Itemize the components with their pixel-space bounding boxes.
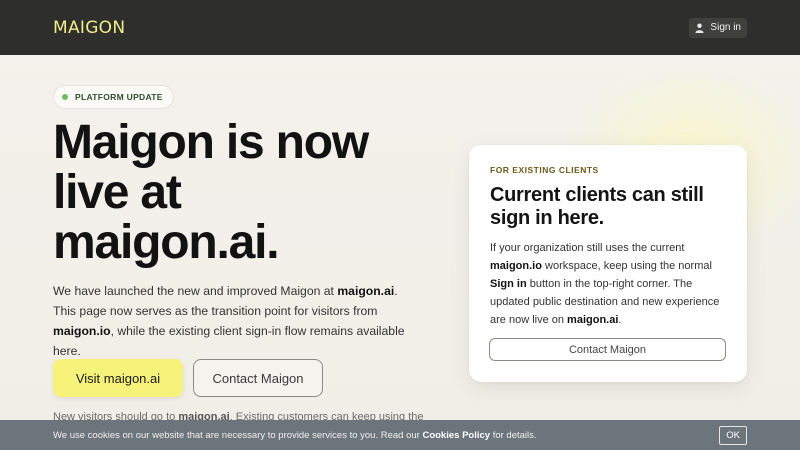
logo[interactable]: MAIGON bbox=[53, 18, 125, 38]
card-domain-io: maigon.io bbox=[490, 260, 542, 272]
card-body-part: . bbox=[618, 314, 622, 326]
card-contact-maigon-button[interactable]: Contact Maigon bbox=[489, 338, 726, 361]
status-dot-icon bbox=[62, 94, 68, 100]
contact-maigon-button[interactable]: Contact Maigon bbox=[193, 359, 323, 397]
platform-update-badge: PLATFORM UPDATE bbox=[53, 85, 174, 109]
intro-domain-io: maigon.io bbox=[53, 324, 111, 338]
visit-maigon-ai-button[interactable]: Visit maigon.ai bbox=[53, 359, 183, 397]
cookie-part: for details. bbox=[490, 429, 537, 441]
page-title: Maigon is now live at maigon.ai. bbox=[53, 118, 433, 268]
user-icon bbox=[695, 23, 704, 33]
card-title: Current clients can still sign in here. bbox=[490, 184, 704, 229]
card-body: If your organization still uses the curr… bbox=[490, 239, 726, 329]
cookie-part: We use cookies on our website that are n… bbox=[53, 429, 423, 441]
cookie-text: We use cookies on our website that are n… bbox=[53, 430, 537, 441]
card-body-part: workspace, keep using the normal bbox=[541, 260, 712, 272]
cookie-banner: We use cookies on our website that are n… bbox=[0, 420, 800, 450]
existing-clients-card: FOR EXISTING CLIENTS Current clients can… bbox=[469, 145, 747, 382]
title-line-3: maigon.ai. bbox=[53, 216, 280, 269]
card-sign-in-ref: Sign in bbox=[490, 278, 527, 290]
title-line-1: Maigon is now bbox=[53, 116, 369, 169]
card-body-part: If your organization still uses the curr… bbox=[490, 242, 685, 254]
card-domain-ai: maigon.ai bbox=[567, 314, 619, 326]
intro-text: We have launched the new and improved Ma… bbox=[53, 281, 423, 361]
intro-part: We have launched the new and improved Ma… bbox=[53, 284, 338, 298]
intro-domain-ai: maigon.ai bbox=[337, 284, 395, 298]
title-line-2: live at bbox=[53, 166, 182, 219]
sign-in-label: Sign in bbox=[710, 22, 741, 33]
cookies-policy-link[interactable]: Cookies Policy bbox=[422, 430, 490, 441]
badge-label: PLATFORM UPDATE bbox=[75, 92, 163, 102]
sign-in-button[interactable]: Sign in bbox=[689, 17, 747, 38]
cookie-ok-button[interactable]: OK bbox=[719, 425, 747, 445]
card-eyebrow: FOR EXISTING CLIENTS bbox=[490, 165, 599, 175]
top-bar: MAIGON Sign in bbox=[0, 0, 800, 55]
